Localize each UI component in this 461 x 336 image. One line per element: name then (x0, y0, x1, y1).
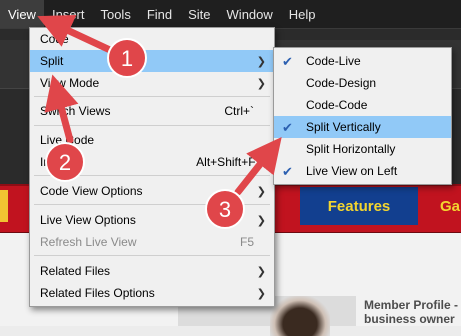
menu-item-switch-views[interactable]: Switch Views Ctrl+` (30, 100, 274, 122)
menu-item-shortcut: Alt+Shift+F11 (196, 155, 268, 169)
menu-item-label: Switch Views (40, 104, 111, 118)
menu-item-label: Live Code (40, 133, 95, 147)
menu-item-shortcut: Ctrl+` (224, 104, 254, 118)
menu-view[interactable]: View (0, 0, 44, 28)
menu-item-label: Related Files Options (40, 286, 155, 300)
menu-item-inspect[interactable]: In Alt+Shift+F11 (30, 151, 274, 173)
menu-item-live-code[interactable]: Live Code (30, 129, 274, 151)
menu-item-related-files[interactable]: Related Files ❯ (30, 260, 274, 282)
menu-item-label: Code (40, 32, 69, 46)
chevron-right-icon: ❯ (256, 287, 266, 300)
split-submenu: ✔ Code-Live Code-Design Code-Code ✔ Spli… (273, 47, 452, 185)
submenu-item-label: Code-Design (306, 76, 377, 90)
menu-find[interactable]: Find (139, 0, 180, 28)
menu-item-label: Code View Options (40, 184, 143, 198)
submenu-item-label: Code-Live (306, 54, 361, 68)
menu-separator (34, 175, 270, 176)
menu-item-code[interactable]: Code (30, 28, 274, 50)
submenu-item-label: Code-Code (306, 98, 368, 112)
profile-photo (270, 296, 330, 336)
profile-caption-line-1: Member Profile - (364, 298, 459, 312)
menu-item-refresh-live-view: Refresh Live View F5 (30, 231, 274, 253)
menu-insert[interactable]: Insert (44, 0, 93, 28)
menu-item-live-view-options[interactable]: Live View Options ❯ (30, 209, 274, 231)
menu-tools[interactable]: Tools (92, 0, 138, 28)
menu-item-label: Refresh Live View (40, 235, 137, 249)
menu-separator (34, 204, 270, 205)
submenu-item-split-vertically[interactable]: ✔ Split Vertically (274, 116, 451, 138)
submenu-item-code-code[interactable]: Code-Code (274, 94, 451, 116)
check-icon: ✔ (282, 164, 293, 179)
menu-separator (34, 255, 270, 256)
features-nav-button[interactable]: Features (300, 187, 418, 225)
menu-item-label: Live View Options (40, 213, 136, 227)
menu-item-label: View Mode (40, 76, 100, 90)
menu-item-shortcut: F5 (239, 235, 254, 249)
menu-item-split[interactable]: Split ❯ (30, 50, 274, 72)
profile-caption-line-2: business owner (364, 312, 455, 326)
chevron-right-icon: ❯ (256, 55, 266, 68)
chevron-right-icon: ❯ (256, 77, 266, 90)
menu-separator (34, 125, 270, 126)
submenu-item-live-view-on-left[interactable]: ✔ Live View on Left (274, 160, 451, 182)
check-icon: ✔ (282, 120, 293, 135)
submenu-item-code-live[interactable]: ✔ Code-Live (274, 50, 451, 72)
menu-item-label: Related Files (40, 264, 111, 278)
submenu-item-split-horizontally[interactable]: Split Horizontally (274, 138, 451, 160)
menu-site[interactable]: Site (180, 0, 218, 28)
submenu-item-code-design[interactable]: Code-Design (274, 72, 451, 94)
check-icon: ✔ (282, 54, 293, 69)
view-menu: Code Split ❯ View Mode ❯ Switch Views Ct… (29, 27, 275, 307)
menu-item-label: In (40, 155, 51, 169)
chevron-right-icon: ❯ (256, 265, 266, 278)
menu-help[interactable]: Help (281, 0, 324, 28)
submenu-item-label: Live View on Left (306, 164, 398, 178)
profile-caption: Member Profile - business owner (364, 298, 461, 326)
menu-item-view-mode[interactable]: View Mode ❯ (30, 72, 274, 94)
menu-item-label: Split (40, 54, 64, 68)
nav-button-partial[interactable]: Ga (440, 187, 461, 225)
menu-window[interactable]: Window (219, 0, 281, 28)
menu-item-code-view-options[interactable]: Code View Options ❯ (30, 180, 274, 202)
banner-tab-partial (0, 190, 8, 222)
chevron-right-icon: ❯ (256, 214, 266, 227)
submenu-item-label: Split Vertically (306, 120, 381, 134)
submenu-item-label: Split Horizontally (306, 142, 396, 156)
menu-item-related-files-options[interactable]: Related Files Options ❯ (30, 282, 274, 304)
menu-bar: View Insert Tools Find Site Window Help (0, 0, 461, 29)
chevron-right-icon: ❯ (256, 185, 266, 198)
menu-separator (34, 96, 270, 97)
